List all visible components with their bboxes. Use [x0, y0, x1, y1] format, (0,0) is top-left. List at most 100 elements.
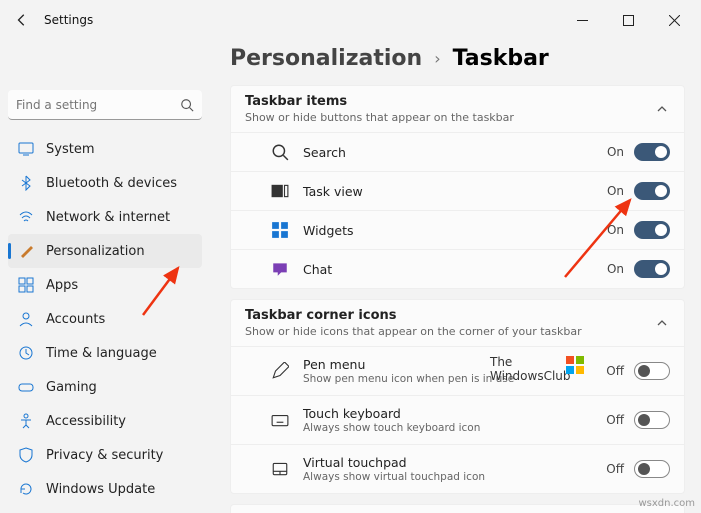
- toggle-state: On: [607, 262, 624, 276]
- nav-label: Apps: [46, 278, 78, 293]
- nav-label: Gaming: [46, 380, 97, 395]
- row-touchpad: Virtual touchpadAlways show virtual touc…: [231, 444, 684, 493]
- maximize-button[interactable]: [605, 4, 651, 36]
- toggle-state: On: [607, 145, 624, 159]
- nav-apps[interactable]: Apps: [8, 268, 202, 302]
- toggle-touch[interactable]: [634, 411, 670, 429]
- nav-system[interactable]: System: [8, 132, 202, 166]
- nav-label: Bluetooth & devices: [46, 176, 177, 191]
- row-desc: Always show touch keyboard icon: [303, 422, 606, 434]
- nav-label: Windows Update: [46, 482, 155, 497]
- brush-icon: [18, 243, 34, 259]
- search-icon: [180, 98, 194, 112]
- row-pen: Pen menuShow pen menu icon when pen is i…: [231, 346, 684, 395]
- toggle-taskview[interactable]: [634, 182, 670, 200]
- breadcrumb: Personalization › Taskbar: [230, 46, 685, 71]
- nav-privacy[interactable]: Privacy & security: [8, 438, 202, 472]
- sidebar: System Bluetooth & devices Network & int…: [0, 40, 210, 513]
- chat-icon: [271, 260, 289, 278]
- accessibility-icon: [18, 413, 34, 429]
- nav-label: Network & internet: [46, 210, 170, 225]
- touchpad-icon: [271, 460, 289, 478]
- breadcrumb-current: Taskbar: [453, 46, 549, 71]
- row-label: Search: [303, 145, 607, 160]
- row-label: Virtual touchpad: [303, 455, 606, 470]
- row-widgets: Widgets On: [231, 210, 684, 249]
- window-title: Settings: [44, 13, 93, 27]
- apps-icon: [18, 277, 34, 293]
- row-label: Touch keyboard: [303, 406, 606, 421]
- nav-gaming[interactable]: Gaming: [8, 370, 202, 404]
- panel-title: Taskbar corner icons: [245, 308, 582, 323]
- nav-list: System Bluetooth & devices Network & int…: [8, 132, 202, 506]
- toggle-state: On: [607, 184, 624, 198]
- keyboard-icon: [271, 411, 289, 429]
- panel-subtitle: Show or hide buttons that appear on the …: [245, 111, 514, 124]
- gaming-icon: [18, 379, 34, 395]
- windows-logo-icon: [566, 356, 584, 374]
- row-search: Search On: [231, 132, 684, 171]
- toggle-chat[interactable]: [634, 260, 670, 278]
- nav-personalization[interactable]: Personalization: [8, 234, 202, 268]
- chevron-up-icon: [654, 101, 670, 117]
- nav-label: Accessibility: [46, 414, 126, 429]
- row-desc: Show pen menu icon when pen is in use: [303, 373, 606, 385]
- toggle-state: On: [607, 223, 624, 237]
- back-button[interactable]: [4, 2, 40, 38]
- close-button[interactable]: [651, 4, 697, 36]
- nav-bluetooth[interactable]: Bluetooth & devices: [8, 166, 202, 200]
- row-touch: Touch keyboardAlways show touch keyboard…: [231, 395, 684, 444]
- row-taskview: Task view On: [231, 171, 684, 210]
- taskview-icon: [271, 182, 289, 200]
- wifi-icon: [18, 209, 34, 225]
- toggle-pen[interactable]: [634, 362, 670, 380]
- chevron-up-icon: [654, 315, 670, 331]
- nav-label: Accounts: [46, 312, 105, 327]
- widgets-icon: [271, 221, 289, 239]
- row-label: Pen menu: [303, 357, 606, 372]
- update-icon: [18, 481, 34, 497]
- row-desc: Always show virtual touchpad icon: [303, 471, 606, 483]
- row-label: Task view: [303, 184, 607, 199]
- toggle-search[interactable]: [634, 143, 670, 161]
- pen-icon: [271, 362, 289, 380]
- nav-label: Time & language: [46, 346, 157, 361]
- row-label: Widgets: [303, 223, 607, 238]
- source-watermark: wsxdn.com: [638, 498, 695, 509]
- search-icon: [271, 143, 289, 161]
- nav-network[interactable]: Network & internet: [8, 200, 202, 234]
- row-chat: Chat On: [231, 249, 684, 288]
- account-header[interactable]: [8, 40, 202, 84]
- panel-subtitle: Show or hide icons that appear on the co…: [245, 325, 582, 338]
- panel-corner-icons: Taskbar corner icons Show or hide icons …: [230, 299, 685, 494]
- row-label: Chat: [303, 262, 607, 277]
- main-content: Personalization › Taskbar Taskbar items …: [210, 40, 701, 513]
- clock-icon: [18, 345, 34, 361]
- panel-overflow: Taskbar corner overflow Choose which ico…: [230, 504, 685, 513]
- panel-header[interactable]: Taskbar items Show or hide buttons that …: [231, 86, 684, 132]
- toggle-widgets[interactable]: [634, 221, 670, 239]
- toggle-state: Off: [606, 462, 624, 476]
- search-box[interactable]: [8, 90, 202, 120]
- person-icon: [18, 311, 34, 327]
- shield-icon: [18, 447, 34, 463]
- toggle-touchpad[interactable]: [634, 460, 670, 478]
- chevron-right-icon: ›: [434, 49, 440, 68]
- toggle-state: Off: [606, 364, 624, 378]
- nav-label: Privacy & security: [46, 448, 163, 463]
- panel-taskbar-items: Taskbar items Show or hide buttons that …: [230, 85, 685, 289]
- nav-accounts[interactable]: Accounts: [8, 302, 202, 336]
- breadcrumb-parent[interactable]: Personalization: [230, 46, 422, 71]
- panel-header[interactable]: Taskbar corner icons Show or hide icons …: [231, 300, 684, 346]
- toggle-state: Off: [606, 413, 624, 427]
- nav-update[interactable]: Windows Update: [8, 472, 202, 506]
- system-icon: [18, 141, 34, 157]
- nav-accessibility[interactable]: Accessibility: [8, 404, 202, 438]
- panel-title: Taskbar items: [245, 94, 514, 109]
- bluetooth-icon: [18, 175, 34, 191]
- nav-label: Personalization: [46, 244, 145, 259]
- minimize-button[interactable]: [559, 4, 605, 36]
- search-input[interactable]: [16, 98, 180, 112]
- nav-time[interactable]: Time & language: [8, 336, 202, 370]
- nav-label: System: [46, 142, 94, 157]
